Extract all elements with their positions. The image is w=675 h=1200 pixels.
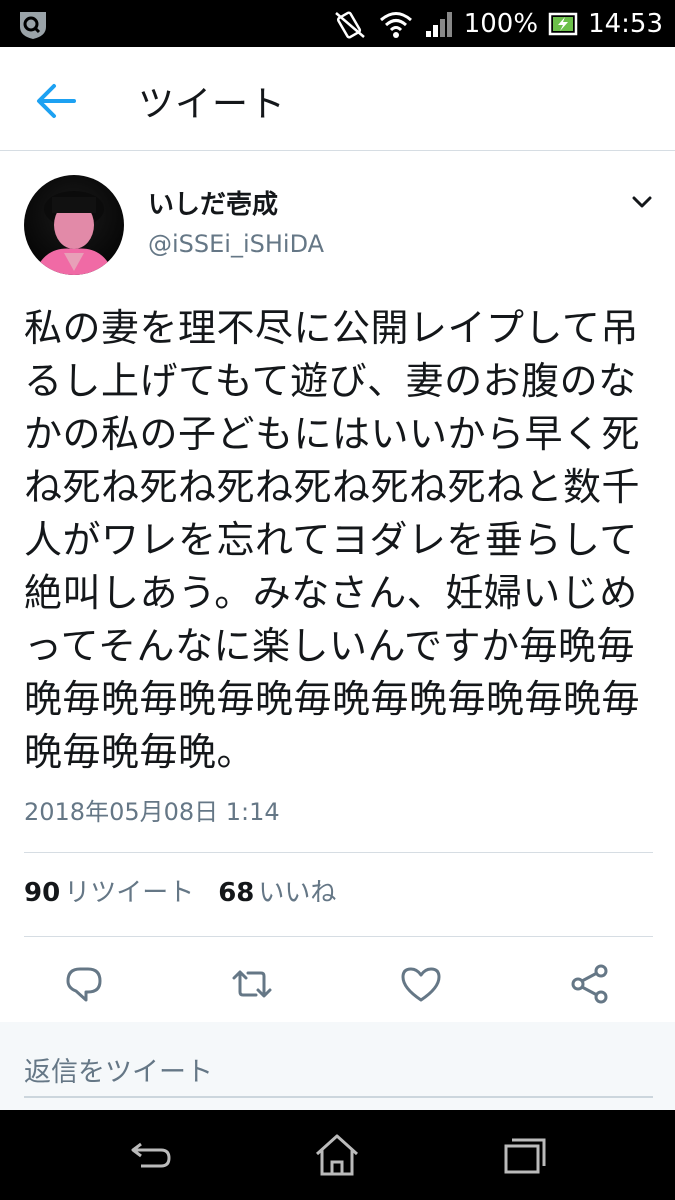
chevron-down-icon[interactable] <box>628 190 656 214</box>
divider <box>24 936 653 937</box>
avatar[interactable] <box>24 175 124 275</box>
home-icon[interactable] <box>313 1132 361 1178</box>
author-handle[interactable]: @iSSEi_iSHiDA <box>148 230 324 258</box>
status-bar: 100% 14:53 <box>0 0 675 47</box>
retweet-icon[interactable] <box>230 962 274 1006</box>
reply-input[interactable]: 返信をツイート <box>24 1050 213 1089</box>
like-count: 68 <box>218 878 255 908</box>
signal-icon <box>424 9 454 39</box>
retweet-count-link[interactable]: 90 リツイート <box>24 872 194 909</box>
reply-underline <box>24 1096 653 1098</box>
wifi-icon <box>378 9 414 39</box>
tweet-timestamp: 2018年05月08日 1:14 <box>24 798 280 826</box>
share-icon[interactable] <box>568 962 612 1006</box>
back-arrow-icon[interactable] <box>34 81 78 121</box>
top-app-bar: ツイート <box>0 47 675 151</box>
divider <box>24 852 653 853</box>
vibrate-icon <box>332 9 368 39</box>
like-count-label: いいね <box>258 878 337 908</box>
system-nav-bar <box>0 1110 675 1200</box>
heart-icon[interactable] <box>399 962 443 1006</box>
page-title: ツイート <box>138 84 287 125</box>
recent-apps-icon[interactable] <box>500 1132 548 1178</box>
author-name[interactable]: いしだ壱成 <box>148 184 278 221</box>
retweet-count-label: リツイート <box>64 878 195 908</box>
tweet-stats: 90 リツイート 68 いいね <box>24 872 336 909</box>
reply-icon[interactable] <box>62 962 106 1006</box>
search-app-icon <box>16 7 50 41</box>
back-icon[interactable] <box>127 1132 175 1178</box>
tweet-text: 私の妻を理不尽に公開レイプして吊るし上げてもて遊び、妻のお腹のなかの私の子どもに… <box>24 306 641 774</box>
tweet-actions <box>0 956 675 1014</box>
battery-icon <box>548 11 578 37</box>
battery-percent: 100% <box>463 8 539 39</box>
retweet-count: 90 <box>24 878 61 908</box>
like-count-link[interactable]: 68 いいね <box>218 872 336 909</box>
clock: 14:53 <box>588 8 663 39</box>
